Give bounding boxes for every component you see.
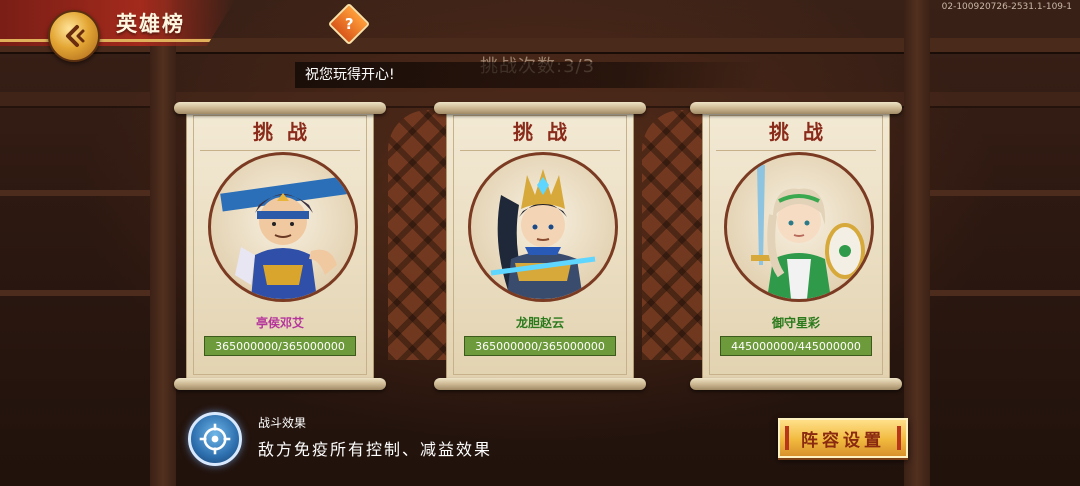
hero-name: 御守星彩 xyxy=(771,316,820,330)
scroll-rod xyxy=(690,102,902,114)
page-title: 英雄榜 xyxy=(116,12,185,36)
shelf xyxy=(930,290,1080,296)
scroll-rod xyxy=(434,102,646,114)
divider xyxy=(200,150,360,151)
divider xyxy=(716,150,876,151)
hero-portrait[interactable] xyxy=(468,152,618,302)
divider xyxy=(460,150,620,151)
scroll-rod xyxy=(690,378,902,390)
scroll-rod xyxy=(174,102,386,114)
shelf xyxy=(0,190,150,196)
back-button[interactable] xyxy=(48,10,100,62)
hero-knight-icon xyxy=(490,169,596,299)
hp-bar: 365000000/365000000 xyxy=(464,336,616,356)
hero-name: 亭侯邓艾 xyxy=(255,316,304,330)
hp-text: 365000000/365000000 xyxy=(215,339,345,353)
battle-effect-icon[interactable] xyxy=(188,412,242,466)
hp-bar: 365000000/365000000 xyxy=(204,336,356,356)
pillar xyxy=(150,0,176,486)
challenge-card[interactable]: 挑战 龙胆赵云 365000000/365000000 xyxy=(434,100,646,390)
challenge-title[interactable]: 挑战 xyxy=(440,116,640,145)
build-id: 02-100920726-2531.1-109-1 xyxy=(941,2,1072,12)
help-icon: ? xyxy=(344,14,354,33)
shelf xyxy=(0,290,150,296)
hp-text: 365000000/365000000 xyxy=(475,339,605,353)
hero-portrait[interactable] xyxy=(208,152,358,302)
back-arrow-icon xyxy=(66,25,85,47)
challenge-card[interactable]: 挑战 亭侯邓艾 365000000/365000000 xyxy=(174,100,386,390)
scroll-rod xyxy=(174,378,386,390)
challenge-title[interactable]: 挑战 xyxy=(180,116,380,145)
pillar xyxy=(904,0,930,486)
shelf xyxy=(930,190,1080,196)
hero-warrior-icon xyxy=(220,175,352,299)
hero-name: 龙胆赵云 xyxy=(515,316,564,330)
challenge-title[interactable]: 挑战 xyxy=(696,116,896,145)
hero-shield-maiden-icon xyxy=(751,165,865,299)
hero-portrait[interactable] xyxy=(724,152,874,302)
challenge-card[interactable]: 挑战 御守星彩 445000000/445000000 xyxy=(690,100,902,390)
target-icon xyxy=(199,423,231,455)
battle-effect-description: 敌方免疫所有控制、减益效果 xyxy=(258,440,493,459)
battle-effect-title: 战斗效果 xyxy=(258,416,307,430)
scroll-rod xyxy=(434,378,646,390)
lineup-settings-button[interactable]: 阵容设置 xyxy=(778,418,908,458)
hp-text: 445000000/445000000 xyxy=(731,339,861,353)
toast-message: 祝您玩得开心! xyxy=(295,62,765,88)
hp-bar: 445000000/445000000 xyxy=(720,336,872,356)
